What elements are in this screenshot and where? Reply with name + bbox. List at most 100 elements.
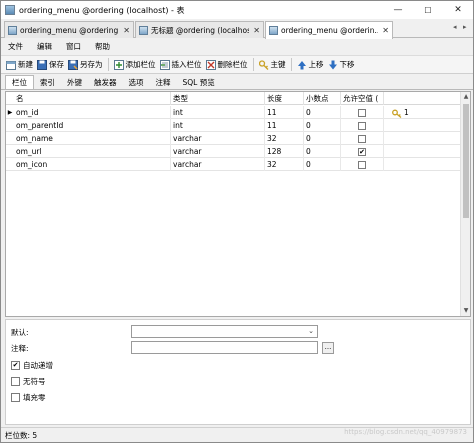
- column-header-type[interactable]: 类型: [171, 92, 265, 105]
- menu-edit[interactable]: 编辑: [30, 41, 59, 52]
- add-field-icon: [113, 59, 124, 70]
- close-tab-icon[interactable]: ✕: [123, 26, 130, 35]
- cell-type[interactable]: varchar: [171, 158, 265, 171]
- scrollbar-thumb[interactable]: [463, 104, 469, 218]
- cell-length[interactable]: 128: [265, 145, 304, 158]
- chevron-down-icon[interactable]: ⌄: [308, 327, 314, 335]
- column-header-nullable[interactable]: 允许空值 (: [341, 92, 384, 105]
- menu-file[interactable]: 文件: [1, 41, 30, 52]
- cell-length[interactable]: 32: [265, 158, 304, 171]
- table-design-icon: [5, 5, 15, 15]
- tab-scroll-right-icon[interactable]: ▸: [463, 23, 467, 31]
- close-tab-icon[interactable]: ✕: [382, 26, 389, 35]
- insert-field-button[interactable]: 插入栏位: [158, 57, 204, 72]
- table-row[interactable]: om_parentId int 11 0: [6, 119, 461, 132]
- unsigned-checkbox[interactable]: [11, 377, 20, 386]
- tab-scroll-left-icon[interactable]: ◂: [453, 23, 457, 31]
- cell-decimals[interactable]: 0: [304, 119, 341, 132]
- cell-length[interactable]: 11: [265, 119, 304, 132]
- table-row[interactable]: om_url varchar 128 0 ✔: [6, 145, 461, 158]
- comment-ellipsis-button[interactable]: ...: [322, 342, 334, 354]
- cell-type[interactable]: varchar: [171, 145, 265, 158]
- nullable-checkbox[interactable]: [358, 135, 366, 143]
- comment-label: 注释:: [11, 344, 29, 353]
- table-row[interactable]: om_name varchar 32 0: [6, 132, 461, 145]
- field-properties-panel: 默认: ⌄ 注释: ... ✔ 自动递增 无符号 填充零: [5, 319, 471, 425]
- tab-triggers[interactable]: 触发器: [88, 76, 123, 89]
- new-button[interactable]: 新建: [4, 57, 35, 72]
- cell-name[interactable]: om_id: [14, 106, 171, 119]
- cell-type[interactable]: int: [171, 106, 265, 119]
- cell-key[interactable]: [384, 132, 461, 145]
- tab-fields[interactable]: 栏位: [5, 75, 34, 89]
- cell-decimals[interactable]: 0: [304, 145, 341, 158]
- arrow-down-icon: [328, 60, 337, 69]
- move-down-button[interactable]: 下移: [326, 57, 357, 72]
- zerofill-checkbox[interactable]: [11, 393, 20, 402]
- move-up-button[interactable]: 上移: [295, 57, 326, 72]
- save-as-button[interactable]: 另存为: [66, 57, 105, 72]
- table-icon: [139, 25, 148, 35]
- cell-key[interactable]: [384, 158, 461, 171]
- cell-decimals[interactable]: 0: [304, 158, 341, 171]
- doc-tab-untitled[interactable]: 无标题 @ordering (localhost) ✕: [135, 21, 264, 38]
- cell-name[interactable]: om_parentId: [14, 119, 171, 132]
- cell-name[interactable]: om_url: [14, 145, 171, 158]
- cell-key[interactable]: [384, 145, 461, 158]
- nullable-checkbox[interactable]: [358, 161, 366, 169]
- close-window-button[interactable]: ✕: [443, 1, 473, 19]
- doc-tab-ordering-menu-localhost[interactable]: ordering_menu @ordering (localhost) ✕: [4, 21, 134, 38]
- table-row[interactable]: om_icon varchar 32 0: [6, 158, 461, 171]
- save-button[interactable]: 保存: [35, 57, 66, 72]
- tab-foreign-keys[interactable]: 外键: [61, 76, 88, 89]
- cell-name[interactable]: om_name: [14, 132, 171, 145]
- tab-sql-preview[interactable]: SQL 预览: [177, 76, 221, 89]
- auto-increment-checkbox[interactable]: ✔: [11, 361, 20, 370]
- nullable-checkbox[interactable]: [358, 109, 366, 117]
- cell-type[interactable]: varchar: [171, 132, 265, 145]
- doc-tab-ordering-menu-active[interactable]: ordering_menu @orderin... ✕: [265, 21, 393, 39]
- zerofill-option[interactable]: 填充零: [11, 392, 46, 403]
- grid-header: 名 类型 长度 小数点 允许空值 (: [6, 92, 461, 105]
- delete-field-button[interactable]: 删除栏位: [204, 57, 250, 72]
- cell-nullable: [341, 158, 384, 171]
- menu-help[interactable]: 帮助: [88, 41, 117, 52]
- move-down-label: 下移: [339, 60, 355, 69]
- cell-key[interactable]: [384, 119, 461, 132]
- toolbar: 新建 保存 另存为 添加栏位 插入栏位 删除栏位 主键 上移 下移: [1, 55, 473, 74]
- scroll-up-icon[interactable]: ▲: [461, 92, 471, 102]
- tab-options[interactable]: 选项: [123, 76, 150, 89]
- cell-length[interactable]: 11: [265, 106, 304, 119]
- auto-increment-option[interactable]: ✔ 自动递增: [11, 360, 53, 371]
- cell-decimals[interactable]: 0: [304, 132, 341, 145]
- comment-input[interactable]: [131, 341, 318, 354]
- column-header-name[interactable]: 名: [14, 92, 171, 105]
- tab-indexes[interactable]: 索引: [34, 76, 61, 89]
- table-row[interactable]: ▶ om_id int 11 0 1: [6, 106, 461, 119]
- cell-decimals[interactable]: 0: [304, 106, 341, 119]
- nullable-checkbox[interactable]: [358, 122, 366, 130]
- minimize-button[interactable]: —: [383, 1, 413, 19]
- cell-type[interactable]: int: [171, 119, 265, 132]
- default-value-combo[interactable]: ⌄: [131, 325, 318, 338]
- primary-key-icon: [392, 109, 402, 118]
- insert-field-label: 插入栏位: [171, 60, 202, 69]
- nullable-checkbox[interactable]: ✔: [358, 148, 366, 156]
- column-header-decimals[interactable]: 小数点: [304, 92, 341, 105]
- add-field-button[interactable]: 添加栏位: [112, 57, 158, 72]
- close-tab-icon[interactable]: ✕: [253, 26, 260, 35]
- primary-key-button[interactable]: 主键: [257, 57, 288, 72]
- cell-length[interactable]: 32: [265, 132, 304, 145]
- column-header-key[interactable]: [384, 92, 461, 105]
- row-pointer-icon: [6, 119, 14, 132]
- cell-name[interactable]: om_icon: [14, 158, 171, 171]
- menu-window[interactable]: 窗口: [59, 41, 88, 52]
- cell-nullable: [341, 106, 384, 119]
- unsigned-option[interactable]: 无符号: [11, 376, 46, 387]
- grid-vertical-scrollbar[interactable]: ▲ ▼: [460, 92, 470, 316]
- column-header-length[interactable]: 长度: [265, 92, 304, 105]
- scroll-down-icon[interactable]: ▼: [461, 306, 471, 316]
- maximize-button[interactable]: ☐: [413, 1, 443, 19]
- cell-key[interactable]: 1: [384, 106, 461, 119]
- tab-comment[interactable]: 注释: [150, 76, 177, 89]
